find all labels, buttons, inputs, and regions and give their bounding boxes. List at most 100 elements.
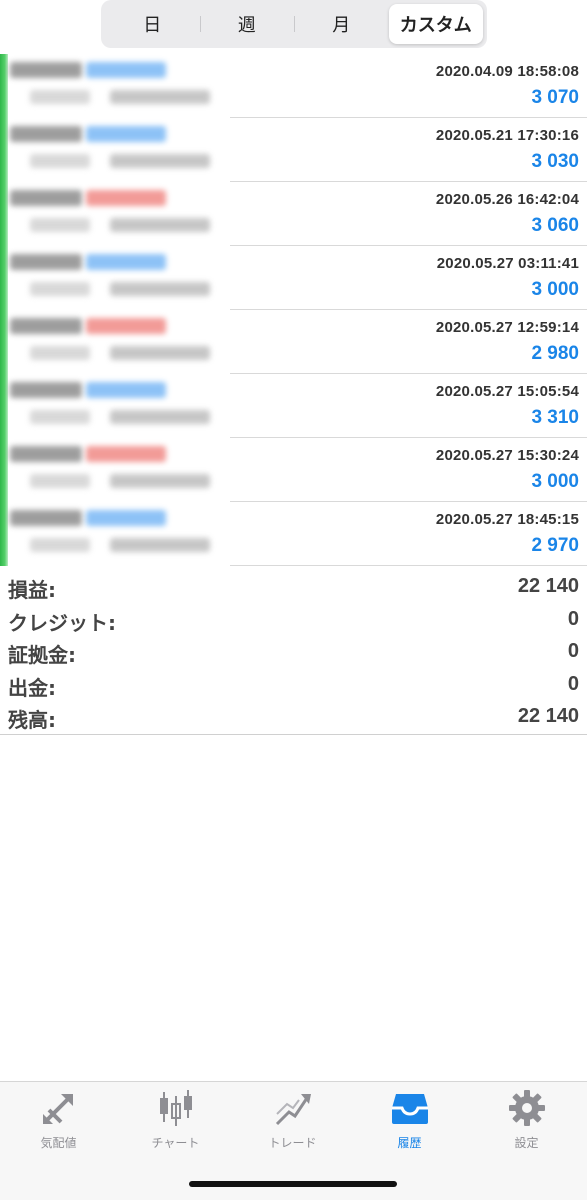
segment-day[interactable]: 日 <box>105 4 200 44</box>
trade-profit: 2 970 <box>531 535 579 556</box>
redacted-trade-type <box>86 510 166 526</box>
history-row[interactable]: 2020.05.27 18:45:15 2 970 <box>0 502 587 566</box>
redacted-trade-type <box>86 446 166 462</box>
trade-profit: 3 000 <box>531 471 579 492</box>
redacted-trade-type <box>86 254 166 270</box>
profit-indicator-bar <box>0 310 8 374</box>
history-row[interactable]: 2020.05.21 17:30:16 3 030 <box>0 118 587 182</box>
redacted-symbol <box>10 382 82 398</box>
redacted-volume <box>30 154 90 168</box>
segment-custom[interactable]: カスタム <box>388 4 483 44</box>
redacted-prices <box>110 218 210 232</box>
summary-label: 出金: <box>8 675 56 700</box>
history-row[interactable]: 2020.05.27 15:30:24 3 000 <box>0 438 587 502</box>
history-row[interactable]: 2020.05.27 15:05:54 3 310 <box>0 374 587 438</box>
trade-profit: 3 000 <box>531 279 579 300</box>
tab-history[interactable]: 履歴 <box>351 1088 468 1158</box>
redacted-volume <box>30 474 90 488</box>
trade-timestamp: 2020.05.27 12:59:14 <box>435 319 579 336</box>
trade-timestamp: 2020.04.09 18:58:08 <box>435 63 579 80</box>
quotes-icon <box>42 1094 73 1124</box>
redacted-symbol <box>10 126 82 142</box>
redacted-symbol <box>10 510 82 526</box>
redacted-volume <box>30 346 90 360</box>
history-list: 2020.04.09 18:58:08 3 070 2020.05.21 17:… <box>0 54 587 566</box>
trade-timestamp: 2020.05.27 18:45:15 <box>435 511 579 528</box>
redacted-trade-type <box>86 190 166 206</box>
trade-timestamp: 2020.05.27 15:05:54 <box>435 383 579 400</box>
redacted-symbol <box>10 318 82 334</box>
redacted-prices <box>110 346 210 360</box>
profit-indicator-bar <box>0 182 8 246</box>
redacted-trade-type <box>86 126 166 142</box>
summary-value: 22 140 <box>517 705 579 727</box>
summary-value: 22 140 <box>517 575 579 597</box>
tab-label: 気配値 <box>40 1136 77 1150</box>
trade-timestamp: 2020.05.27 15:30:24 <box>435 447 579 464</box>
redacted-prices <box>110 90 210 104</box>
redacted-volume <box>30 538 90 552</box>
profit-indicator-bar <box>0 54 8 118</box>
trade-profit: 3 310 <box>531 407 579 428</box>
segment-week[interactable]: 週 <box>199 4 295 44</box>
summary-profit: 損益: 22 140 <box>0 570 587 603</box>
home-indicator <box>189 1181 397 1187</box>
profit-indicator-bar <box>0 438 8 502</box>
summary-value: 0 <box>567 640 579 662</box>
redacted-symbol <box>10 62 82 78</box>
profit-indicator-bar <box>0 246 8 310</box>
history-row[interactable]: 2020.04.09 18:58:08 3 070 <box>0 54 587 118</box>
summary-credit: クレジット: 0 <box>0 603 587 636</box>
trade-icon <box>275 1094 311 1126</box>
segment-month[interactable]: 月 <box>294 4 389 44</box>
tab-label: トレード <box>268 1136 317 1150</box>
summary-label: 残高: <box>8 708 56 732</box>
history-screen: 日 週 月 カスタム 2020.04.09 18:58:08 3 070 202… <box>0 0 587 1200</box>
redacted-trade-type <box>86 382 166 398</box>
tab-label: 履歴 <box>397 1136 422 1150</box>
tab-quotes[interactable]: 気配値 <box>0 1088 117 1158</box>
tab-settings[interactable]: 設定 <box>468 1088 585 1158</box>
tab-label: チャート <box>151 1136 200 1150</box>
redacted-prices <box>110 410 210 424</box>
trade-timestamp: 2020.05.27 03:11:41 <box>436 255 579 272</box>
summary-withdrawal: 出金: 0 <box>0 668 587 701</box>
history-inbox-icon <box>391 1094 428 1124</box>
profit-indicator-bar <box>0 118 8 182</box>
summary-label: 証拠金: <box>8 643 76 667</box>
redacted-trade-type <box>86 62 166 78</box>
trade-timestamp: 2020.05.26 16:42:04 <box>435 191 579 208</box>
account-summary: 損益: 22 140 クレジット: 0 証拠金: 0 出金: 0 残高: 22 … <box>0 570 587 733</box>
redacted-volume <box>30 282 90 296</box>
history-row[interactable]: 2020.05.27 03:11:41 3 000 <box>0 246 587 310</box>
redacted-trade-type <box>86 318 166 334</box>
summary-value: 0 <box>567 607 579 630</box>
redacted-volume <box>30 218 90 232</box>
summary-label: クレジット: <box>8 610 116 635</box>
redacted-prices <box>110 282 210 296</box>
tab-trade[interactable]: トレード <box>234 1088 351 1158</box>
trade-profit: 3 030 <box>531 151 579 172</box>
summary-balance: 残高: 22 140 <box>0 700 587 733</box>
redacted-symbol <box>10 190 82 206</box>
summary-divider <box>0 734 587 735</box>
summary-label: 損益: <box>8 578 56 602</box>
summary-value: 0 <box>567 672 579 695</box>
redacted-prices <box>110 154 210 168</box>
history-row[interactable]: 2020.05.26 16:42:04 3 060 <box>0 182 587 246</box>
tab-chart[interactable]: チャート <box>117 1088 234 1158</box>
profit-indicator-bar <box>0 374 8 438</box>
trade-timestamp: 2020.05.21 17:30:16 <box>435 127 579 144</box>
redacted-prices <box>110 538 210 552</box>
redacted-prices <box>110 474 210 488</box>
trade-profit: 3 070 <box>531 87 579 108</box>
tab-label: 設定 <box>514 1136 539 1150</box>
redacted-symbol <box>10 446 82 462</box>
row-divider <box>230 565 587 566</box>
gear-icon <box>508 1090 545 1126</box>
candlestick-icon <box>159 1090 192 1126</box>
profit-indicator-bar <box>0 502 8 566</box>
summary-margin: 証拠金: 0 <box>0 635 587 668</box>
history-row[interactable]: 2020.05.27 12:59:14 2 980 <box>0 310 587 374</box>
trade-profit: 3 060 <box>531 215 579 236</box>
